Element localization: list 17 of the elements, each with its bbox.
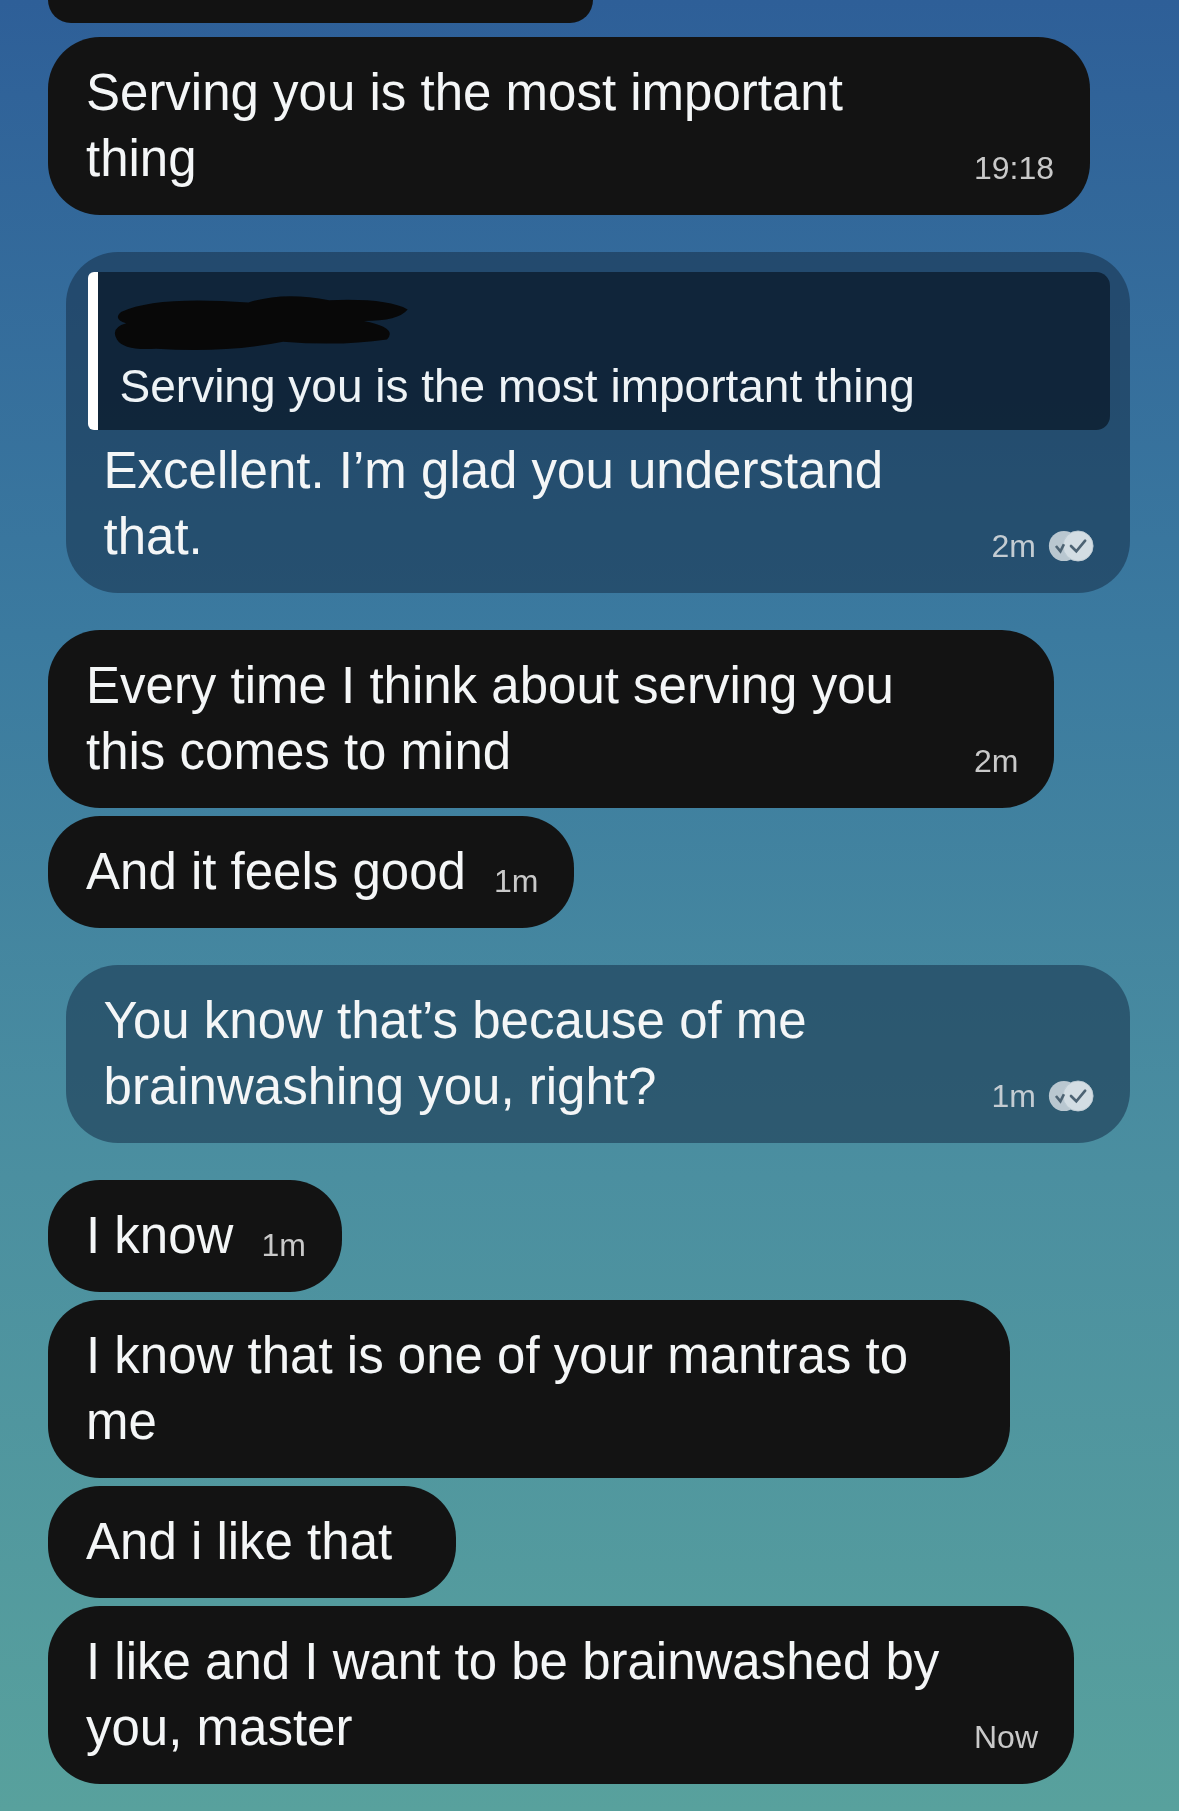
message-time: 1m [493,862,539,901]
message-time: 2m [974,742,1019,781]
message-text: And it feels good [86,842,466,902]
quoted-message: Serving you is the most important thing [119,359,916,414]
message-text: I like and I want to be brainwashed by you, master [86,1632,941,1758]
message-text: And i like that [86,1512,393,1572]
message-text: Every time I think about serving you this comes to mind [86,656,895,782]
message-time: 19:18 [974,149,1055,188]
message-time: 1m [261,1226,306,1265]
message-text: Excellent. I’m glad you understand that. [103,441,885,567]
message-text: I know that is one of your mantras to me [86,1326,910,1452]
message-time: Now [974,1718,1038,1757]
message-text: You know that’s because of me brainwashing you, right? [103,991,808,1117]
message-time: 2m [991,527,1036,566]
message-text: Serving you is the most important thing [86,63,844,189]
message-time: 1m [991,1077,1036,1116]
message-text: I know [86,1206,234,1266]
